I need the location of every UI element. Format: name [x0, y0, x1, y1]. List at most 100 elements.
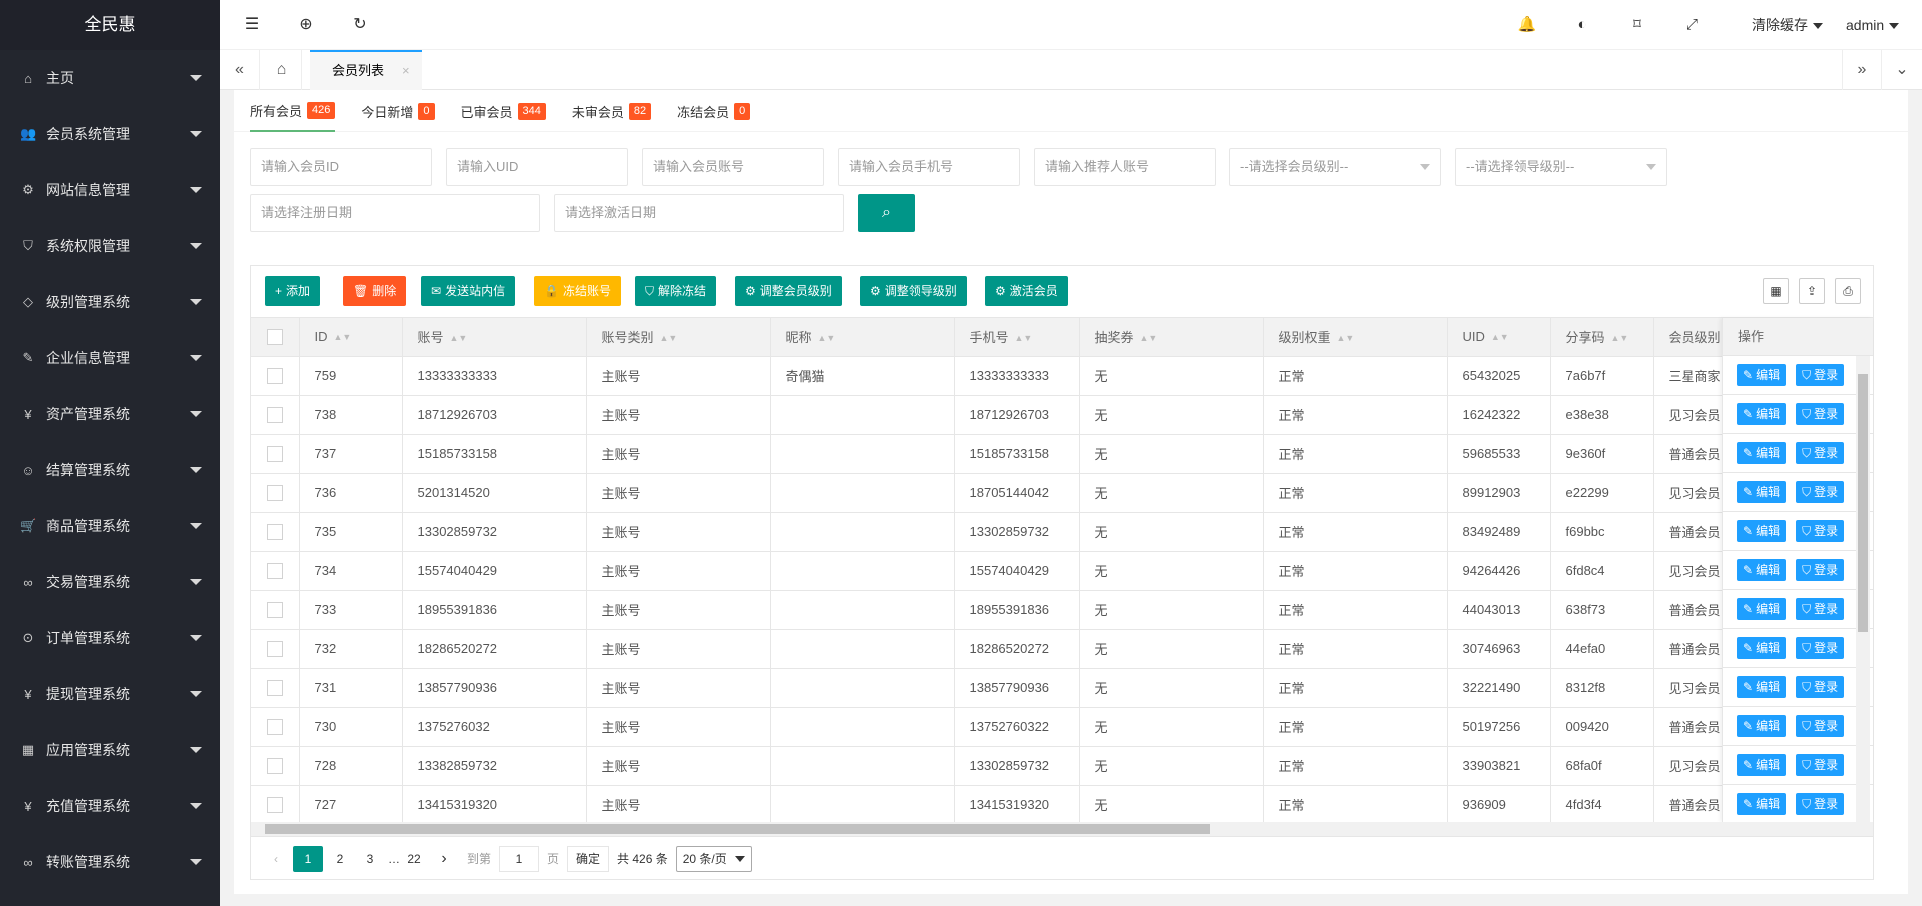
- edit-button[interactable]: ✎ 编辑: [1737, 403, 1787, 425]
- columns-icon[interactable]: ▦: [1763, 278, 1789, 304]
- edit-button[interactable]: ✎ 编辑: [1737, 793, 1787, 815]
- sidebar-item-2[interactable]: ⚙ 网站信息管理: [0, 162, 220, 218]
- print-icon[interactable]: ⎙: [1835, 278, 1861, 304]
- sort-icon[interactable]: ▲▼: [450, 334, 468, 343]
- member-level-select[interactable]: --请选择会员级别--: [1229, 148, 1441, 186]
- column-header[interactable]: 账号类别 ▲▼: [586, 318, 771, 357]
- sort-icon[interactable]: ▲▼: [1337, 334, 1355, 343]
- adjust-member-level-button[interactable]: ⚙ 调整会员级别: [735, 276, 842, 306]
- select-all-checkbox[interactable]: [266, 329, 283, 346]
- sidebar-item-4[interactable]: ◇ 级别管理系统: [0, 274, 220, 330]
- row-checkbox[interactable]: [266, 367, 283, 384]
- sidebar-item-5[interactable]: ✎ 企业信息管理: [0, 330, 220, 386]
- sidebar-item-0[interactable]: ⌂ 主页: [0, 50, 220, 106]
- column-header[interactable]: 级别权重 ▲▼: [1263, 318, 1448, 357]
- user-dropdown[interactable]: admin: [1846, 0, 1900, 50]
- status-tab-1[interactable]: 今日新增 0: [361, 90, 435, 132]
- login-button[interactable]: ⛉ 登录: [1796, 442, 1845, 464]
- clear-cache-dropdown[interactable]: 清除缓存: [1752, 0, 1823, 50]
- tag-icon[interactable]: ⌑: [1622, 0, 1652, 50]
- row-checkbox[interactable]: [266, 796, 283, 813]
- act-date-input[interactable]: 请选择激活日期: [554, 194, 844, 232]
- bell-icon[interactable]: 🔔: [1512, 0, 1542, 50]
- tab-member-list[interactable]: 会员列表 ×: [310, 50, 422, 90]
- edit-button[interactable]: ✎ 编辑: [1737, 715, 1787, 737]
- sidebar-item-12[interactable]: ▦ 应用管理系统: [0, 722, 220, 778]
- search-button[interactable]: ⌕: [858, 194, 915, 232]
- prev-page-icon[interactable]: ‹: [263, 846, 289, 872]
- login-button[interactable]: ⛉ 登录: [1796, 403, 1845, 425]
- sidebar-item-7[interactable]: ☺ 结算管理系统: [0, 442, 220, 498]
- theme-icon[interactable]: ◐: [1567, 0, 1597, 50]
- column-header[interactable]: 手机号 ▲▼: [954, 318, 1080, 357]
- reg-date-input[interactable]: 请选择注册日期: [250, 194, 540, 232]
- adjust-leader-level-button[interactable]: ⚙ 调整领导级别: [860, 276, 967, 306]
- add-button[interactable]: + 添加: [265, 276, 321, 306]
- sidebar-item-1[interactable]: 👥 会员系统管理: [0, 106, 220, 162]
- page-2-button[interactable]: 2: [327, 846, 353, 872]
- login-button[interactable]: ⛉ 登录: [1796, 598, 1845, 620]
- sidebar-item-6[interactable]: ¥ 资产管理系统: [0, 386, 220, 442]
- confirm-page-button[interactable]: 确定: [567, 845, 610, 872]
- status-tab-4[interactable]: 冻结会员 0: [677, 90, 751, 132]
- status-tab-0[interactable]: 所有会员 426: [250, 90, 336, 132]
- login-button[interactable]: ⛉ 登录: [1796, 364, 1845, 386]
- per-page-select[interactable]: 20 条/页: [675, 845, 752, 872]
- row-checkbox[interactable]: [266, 562, 283, 579]
- sidebar-item-11[interactable]: ¥ 提现管理系统: [0, 666, 220, 722]
- page-1-button[interactable]: 1: [293, 845, 323, 872]
- column-header[interactable]: ID ▲▼: [299, 318, 403, 357]
- unfreeze-button[interactable]: ⛉ 解除冻结: [635, 276, 717, 306]
- phone-input[interactable]: 请输入会员手机号: [838, 148, 1020, 186]
- login-button[interactable]: ⛉ 登录: [1796, 715, 1845, 737]
- horizontal-scrollbar[interactable]: [251, 822, 1873, 836]
- edit-button[interactable]: ✎ 编辑: [1737, 442, 1787, 464]
- sort-icon[interactable]: ▲▼: [1140, 334, 1158, 343]
- login-button[interactable]: ⛉ 登录: [1796, 754, 1845, 776]
- fullscreen-icon[interactable]: ⤢: [1677, 0, 1707, 50]
- row-checkbox[interactable]: [266, 445, 283, 462]
- last-page-button[interactable]: 22: [401, 846, 427, 872]
- row-checkbox[interactable]: [266, 523, 283, 540]
- freeze-button[interactable]: 🔒 冻结账号: [534, 276, 621, 306]
- login-button[interactable]: ⛉ 登录: [1796, 481, 1845, 503]
- row-checkbox[interactable]: [266, 484, 283, 501]
- row-checkbox[interactable]: [266, 757, 283, 774]
- tabs-scroll-right-icon[interactable]: »: [1842, 50, 1882, 90]
- login-button[interactable]: ⛉ 登录: [1796, 676, 1845, 698]
- login-button[interactable]: ⛉ 登录: [1796, 520, 1845, 542]
- sidebar-item-10[interactable]: ⊙ 订单管理系统: [0, 610, 220, 666]
- status-tab-2[interactable]: 已审会员 344: [461, 90, 546, 132]
- status-tab-3[interactable]: 未审会员 82: [572, 90, 652, 132]
- row-checkbox[interactable]: [266, 679, 283, 696]
- sidebar-item-9[interactable]: ∞ 交易管理系统: [0, 554, 220, 610]
- row-checkbox[interactable]: [266, 640, 283, 657]
- edit-button[interactable]: ✎ 编辑: [1737, 559, 1787, 581]
- account-input[interactable]: 请输入会员账号: [642, 148, 824, 186]
- row-checkbox[interactable]: [266, 406, 283, 423]
- login-button[interactable]: ⛉ 登录: [1796, 637, 1845, 659]
- column-header[interactable]: 昵称 ▲▼: [770, 318, 955, 357]
- member-id-input[interactable]: 请输入会员ID: [250, 148, 432, 186]
- login-button[interactable]: ⛉ 登录: [1796, 793, 1845, 815]
- activate-button[interactable]: ⚙ 激活会员: [985, 276, 1068, 306]
- sort-icon[interactable]: ▲▼: [1015, 334, 1033, 343]
- page-3-button[interactable]: 3: [357, 846, 383, 872]
- row-checkbox[interactable]: [266, 601, 283, 618]
- send-message-button[interactable]: ✉ 发送站内信: [421, 276, 516, 306]
- edit-button[interactable]: ✎ 编辑: [1737, 520, 1787, 542]
- globe-icon[interactable]: ⊕: [286, 0, 326, 50]
- sort-icon[interactable]: ▲▼: [818, 334, 836, 343]
- goto-page-input[interactable]: 1: [499, 845, 540, 872]
- leader-level-select[interactable]: --请选择领导级别--: [1455, 148, 1667, 186]
- tabs-menu-icon[interactable]: ⌄: [1882, 50, 1922, 90]
- sort-icon[interactable]: ▲▼: [1611, 334, 1629, 343]
- vertical-scrollbar[interactable]: [1856, 356, 1870, 822]
- edit-button[interactable]: ✎ 编辑: [1737, 481, 1787, 503]
- edit-button[interactable]: ✎ 编辑: [1737, 637, 1787, 659]
- row-checkbox[interactable]: [266, 718, 283, 735]
- column-header[interactable]: 账号 ▲▼: [402, 318, 587, 357]
- menu-toggle-icon[interactable]: ☰: [232, 0, 272, 50]
- delete-button[interactable]: 🗑 删除: [343, 276, 407, 306]
- sort-icon[interactable]: ▲▼: [334, 333, 352, 342]
